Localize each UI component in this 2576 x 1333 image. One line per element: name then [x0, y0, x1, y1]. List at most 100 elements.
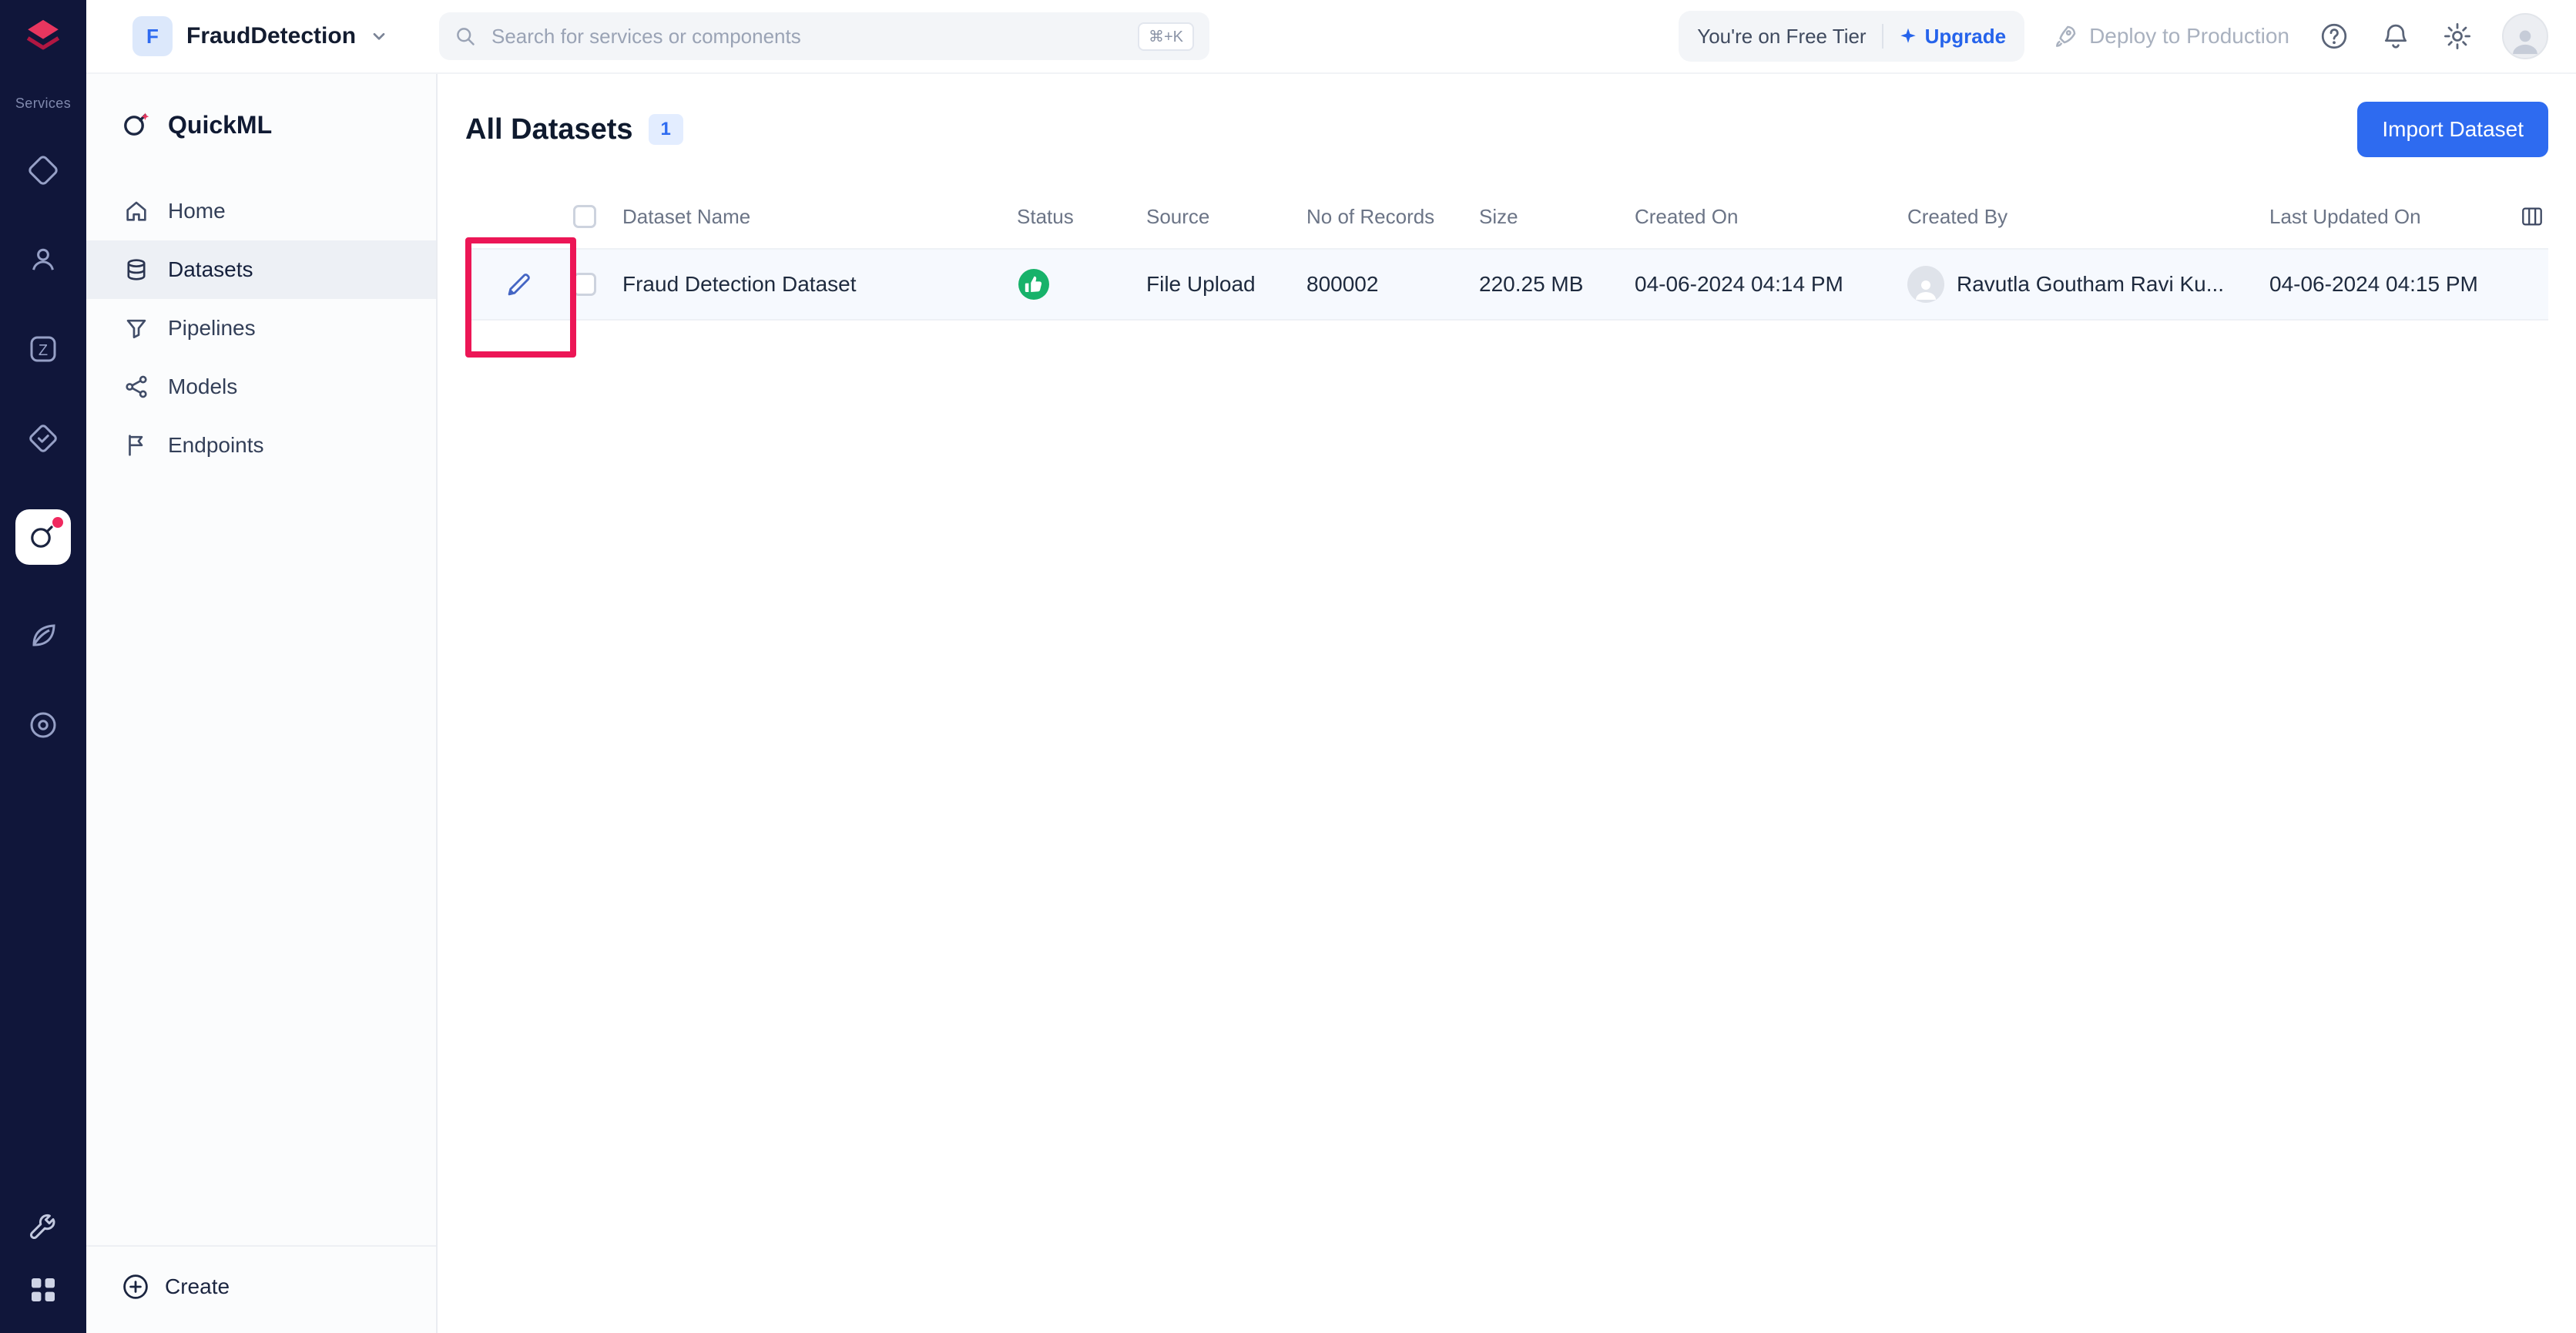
sidebar-item-endpoints[interactable]: Endpoints — [86, 416, 436, 475]
topbar-right: You're on Free Tier Upgrade Deploy to Pr… — [1679, 11, 2576, 62]
rail-deploy-icon[interactable] — [25, 420, 62, 457]
app-grid-icon[interactable] — [25, 1271, 62, 1308]
project-selector[interactable]: F FraudDetection — [86, 16, 439, 56]
rocket-icon — [2056, 25, 2076, 47]
select-all-cell — [573, 205, 622, 228]
create-plus-icon — [123, 1274, 148, 1299]
search-input[interactable] — [488, 22, 1125, 50]
datasets-icon — [127, 259, 146, 280]
bell-icon — [2384, 24, 2407, 49]
project-avatar: F — [132, 16, 173, 56]
upgrade-button[interactable]: Upgrade — [1899, 25, 2006, 49]
sparkle-icon — [1900, 28, 1916, 43]
services-label: Services — [15, 96, 72, 111]
column-settings-cell — [2493, 203, 2548, 230]
sidebar-item-datasets[interactable]: Datasets — [86, 240, 436, 299]
rail-bottom-icons — [25, 1210, 62, 1308]
row-avatar-icon — [1916, 280, 1936, 300]
notification-dot — [52, 517, 63, 528]
wrench-icon[interactable] — [25, 1210, 62, 1247]
quickml-logo-icon — [124, 112, 149, 136]
tier-divider — [1881, 24, 1883, 49]
rail-target-icon[interactable] — [25, 707, 62, 744]
sidebar-nav: Home Datasets Pipelines Models Endpoints — [86, 182, 436, 475]
row-avatar — [1907, 266, 1944, 303]
created-on-cell: 04-06-2024 04:14 PM — [1635, 272, 1843, 296]
column-header-last-updated: Last Updated On — [2269, 204, 2421, 228]
rail-zia-icon[interactable]: Z — [25, 331, 62, 368]
tier-pill: You're on Free Tier Upgrade — [1679, 11, 2025, 62]
quickml-header: QuickML — [86, 74, 436, 142]
table-header-row: Dataset Name Status Source No of Records… — [465, 185, 2548, 250]
edit-pencil-icon[interactable] — [505, 270, 534, 299]
user-avatar-icon — [2513, 30, 2537, 55]
column-header-created-on: Created On — [1635, 204, 1739, 228]
settings-button[interactable] — [2440, 19, 2474, 53]
pipelines-icon — [126, 319, 146, 339]
service-rail: Services Z — [0, 0, 86, 1333]
row-select-cell — [573, 273, 622, 296]
column-header-records: No of Records — [1306, 204, 1435, 228]
upgrade-label: Upgrade — [1924, 24, 2007, 48]
rail-users-icon[interactable] — [25, 241, 62, 278]
table-row[interactable]: Fraud Detection Dataset File Upload 8000… — [465, 250, 2548, 321]
status-cell — [1008, 267, 1146, 301]
created-by-cell: Ravutla Goutham Ravi Ku... — [1907, 266, 2269, 303]
create-button[interactable]: Create — [120, 1271, 436, 1302]
help-button[interactable] — [2317, 19, 2351, 53]
right-column: F FraudDetection ⌘+K You're on Free Tier… — [86, 0, 2576, 1333]
column-settings-icon[interactable] — [2519, 203, 2545, 230]
column-header-size: Size — [1479, 204, 1518, 228]
quickml-title: QuickML — [168, 110, 273, 139]
deploy-label: Deploy to Production — [2089, 24, 2289, 48]
rail-functions-icon[interactable] — [25, 152, 62, 189]
notifications-button[interactable] — [2379, 19, 2413, 53]
sidebar-item-models[interactable]: Models — [86, 358, 436, 416]
created-by-name: Ravutla Goutham Ravi Ku... — [1957, 272, 2225, 296]
datasets-table: Dataset Name Status Source No of Records… — [465, 185, 2548, 358]
sidebar-item-label: Datasets — [168, 257, 253, 281]
home-icon — [126, 201, 146, 221]
column-header-source: Source — [1146, 204, 1210, 228]
edit-cell — [465, 270, 573, 299]
models-icon — [126, 375, 147, 398]
app-root: Services Z F FraudDetection Search for s… — [0, 0, 2576, 1333]
caret-down-icon — [373, 32, 385, 40]
sidebar-footer: Create — [86, 1245, 436, 1333]
global-search[interactable]: ⌘+K — [439, 12, 1209, 60]
rail-quickml-icon-active[interactable] — [15, 509, 71, 565]
sidebar-item-pipelines[interactable]: Pipelines — [86, 299, 436, 358]
dataset-name-cell[interactable]: Fraud Detection Dataset — [622, 272, 1008, 297]
sidebar-item-label: Pipelines — [168, 316, 256, 340]
search-shortcut-badge: ⌘+K — [1137, 22, 1194, 51]
svg-text:Z: Z — [39, 342, 48, 359]
records-cell: 800002 — [1306, 272, 1379, 296]
sidebar-item-home[interactable]: Home — [86, 182, 436, 240]
column-header-status: Status — [1017, 204, 1074, 228]
row-checkbox[interactable] — [573, 273, 596, 296]
select-all-checkbox[interactable] — [573, 205, 596, 228]
help-icon — [2321, 23, 2347, 49]
search-icon — [457, 28, 475, 45]
catalyst-logo-icon[interactable] — [22, 15, 65, 65]
quickml-sidebar: QuickML Home Datasets Pipelines Models E… — [86, 74, 438, 1333]
user-avatar[interactable] — [2502, 13, 2548, 59]
size-cell: 220.25 MB — [1479, 272, 1584, 296]
topbar: F FraudDetection ⌘+K You're on Free Tier… — [86, 0, 2576, 74]
page-header: All Datasets 1 Import Dataset — [465, 96, 2548, 163]
source-cell: File Upload — [1146, 272, 1256, 296]
deploy-to-production-button[interactable]: Deploy to Production — [2052, 23, 2289, 49]
endpoints-icon — [129, 435, 143, 456]
dataset-count-badge: 1 — [648, 114, 683, 145]
tier-text: You're on Free Tier — [1697, 24, 1867, 48]
body-row: QuickML Home Datasets Pipelines Models E… — [86, 74, 2576, 1333]
import-dataset-button[interactable]: Import Dataset — [2357, 102, 2548, 157]
rail-icon-stack: Z — [15, 152, 71, 744]
column-header-dataset-name: Dataset Name — [622, 204, 751, 228]
thumbs-up-status-icon — [1018, 269, 1049, 300]
sidebar-item-label: Models — [168, 374, 238, 398]
sidebar-item-label: Endpoints — [168, 433, 264, 457]
last-updated-cell: 04-06-2024 04:15 PM — [2269, 272, 2478, 296]
column-header-created-by: Created By — [1907, 204, 2008, 228]
rail-leaf-icon[interactable] — [25, 617, 62, 654]
